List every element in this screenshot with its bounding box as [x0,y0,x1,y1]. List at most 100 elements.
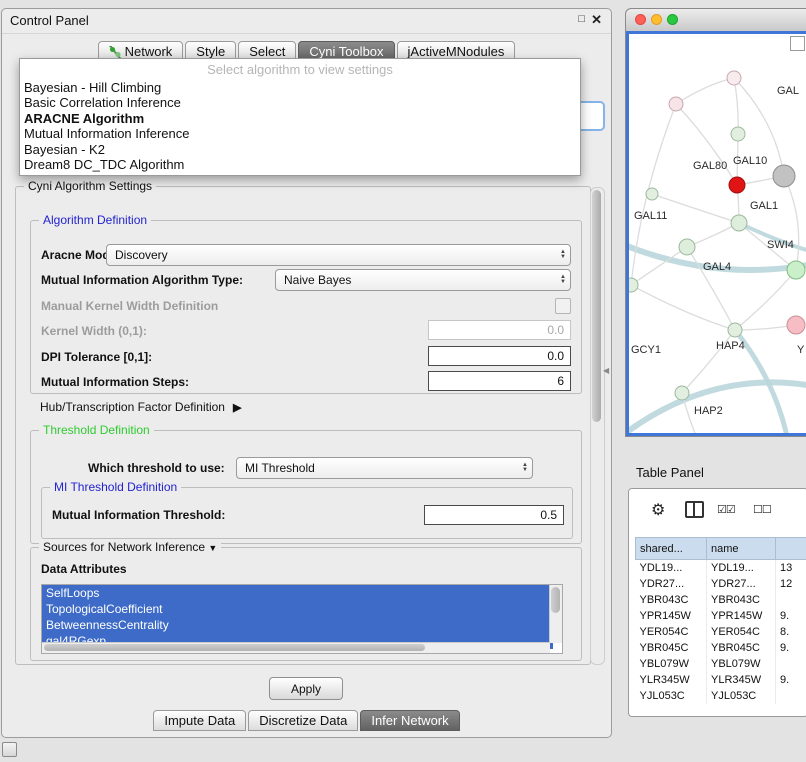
float-window-icon[interactable]: □ [578,13,585,25]
close-traffic-light-icon[interactable] [635,14,646,25]
attribute-list-vscrollbar[interactable] [549,585,562,643]
network-edge[interactable] [784,176,799,270]
tab-discretize-data[interactable]: Discretize Data [248,710,358,731]
table-header-cell[interactable] [776,538,806,560]
table-row[interactable]: YJL053CYJL053C [636,688,806,704]
mi-type-value: Naive Bayes [284,273,351,287]
network-edge[interactable] [735,270,796,330]
which-threshold-combo[interactable]: MI Threshold ▲▼ [236,457,533,479]
select-columns-icon[interactable]: ☑☑ [717,503,735,516]
settings-scrollbar[interactable] [590,187,605,665]
table-cell: 12 [776,576,806,592]
minimized-panel-icon[interactable] [2,742,17,757]
dropdown-options: Bayesian - Hill ClimbingBasic Correlatio… [20,80,580,173]
network-node[interactable] [729,177,745,193]
table-row[interactable]: YDR27...YDR27...12 [636,576,806,592]
network-node[interactable] [731,127,745,141]
table-row[interactable]: YER054CYER054C8. [636,624,806,640]
gear-icon[interactable]: ⚙ [651,500,665,520]
columns-icon[interactable] [685,501,704,518]
splitpane-collapse-icon[interactable]: ◀ [603,366,609,375]
table-row[interactable]: YBR045CYBR045C9. [636,640,806,656]
network-node[interactable] [787,316,805,334]
network-window-titlebar[interactable] [626,9,806,32]
algorithm-combo-partial[interactable] [579,101,605,131]
screenshot-root: Control Panel □ ✕ NetworkStyleSelectCyni… [0,0,806,762]
mi-type-combo[interactable]: Naive Bayes ▲▼ [275,269,571,291]
table-row[interactable]: YBL079WYBL079W [636,656,806,672]
kernel-width-field[interactable]: 0.0 [428,320,571,340]
scroll-thumb[interactable] [551,587,560,613]
table-row[interactable]: YLR345WYLR345W9. [636,672,806,688]
attribute-list-hscrollbar[interactable] [42,642,550,653]
algorithm-option[interactable]: Dream8 DC_TDC Algorithm [20,157,580,173]
network-edge[interactable] [734,78,738,134]
network-canvas[interactable]: GALGAL80GAL10GAL11GAL1SWI4GAL4GCY1HAP4HA… [626,31,806,436]
network-node[interactable] [646,188,658,200]
algorithm-option[interactable]: Basic Correlation Inference [20,95,580,111]
table-row[interactable]: YPR145WYPR145W9. [636,608,806,624]
table-body: YDL19...YDL19...13YDR27...YDR27...12YBR0… [636,560,806,705]
mi-threshold-field[interactable]: 0.5 [424,505,564,525]
manual-kernel-checkbox[interactable] [555,298,571,314]
combo-arrows-icon: ▲▼ [554,250,566,260]
network-node[interactable] [629,278,638,292]
algorithm-option[interactable]: Bayesian - K2 [20,142,580,158]
table-cell: 9. [776,640,806,656]
network-node[interactable] [727,71,741,85]
node-label: SWI4 [767,239,794,251]
network-node[interactable] [679,239,695,255]
table-cell: YLR345W [636,672,707,688]
table-row[interactable]: YBR043CYBR043C [636,592,806,608]
table-header-cell[interactable]: shared... [636,538,707,560]
algorithm-option[interactable]: Mutual Information Inference [20,126,580,142]
apply-button[interactable]: Apply [269,677,343,700]
network-node[interactable] [773,165,795,187]
attribute-list[interactable]: SelfLoopsTopologicalCoefficientBetweenne… [41,584,563,654]
node-label: GAL [777,85,799,97]
table-cell [776,592,806,608]
mi-type-label: Mutual Information Algorithm Type: [41,273,243,287]
mi-threshold-label: Mutual Information Threshold: [52,508,225,522]
scroll-thumb[interactable] [592,190,601,422]
network-icon [109,46,121,58]
mi-steps-field[interactable]: 6 [428,371,571,391]
tab-infer-network[interactable]: Infer Network [360,710,459,731]
network-edge[interactable] [687,247,735,330]
node-label: Y [797,344,805,356]
attribute-list-item[interactable]: BetweennessCentrality [42,617,553,633]
algorithm-option[interactable]: ARACNE Algorithm [20,111,580,127]
algorithm-option[interactable]: Bayesian - Hill Climbing [20,80,580,96]
scroll-thumb[interactable] [44,644,425,651]
network-node[interactable] [669,97,683,111]
network-edge[interactable] [687,223,739,247]
chevron-down-icon[interactable]: ▼ [208,543,217,553]
network-node[interactable] [731,215,747,231]
aracne-mode-combo[interactable]: Discovery ▲▼ [106,244,571,266]
network-node[interactable] [787,261,805,279]
network-edge[interactable] [676,78,734,104]
deselect-columns-icon[interactable]: ☐☐ [753,503,771,516]
close-icon[interactable]: ✕ [591,12,602,28]
hub-definition-toggle[interactable]: Hub/Transcription Factor Definition ▶ [40,400,241,414]
manual-kernel-label: Manual Kernel Width Definition [41,299,218,313]
table-cell [776,688,806,704]
tab-impute-data[interactable]: Impute Data [153,710,246,731]
attribute-list-item[interactable]: TopologicalCoefficient [42,601,553,617]
network-window: GALGAL80GAL10GAL11GAL1SWI4GAL4GCY1HAP4HA… [625,8,806,437]
table-cell: 9. [776,608,806,624]
threshold-definition-title: Threshold Definition [39,423,154,437]
minimize-traffic-light-icon[interactable] [651,14,662,25]
network-edge[interactable] [676,104,737,185]
attribute-list-item[interactable]: SelfLoops [42,585,553,601]
network-svg: GALGAL80GAL10GAL11GAL1SWI4GAL4GCY1HAP4HA… [629,34,806,434]
table-toolbar: ⚙ ☑☑ ☐☐ [629,489,806,531]
network-edge[interactable] [631,285,735,330]
network-node[interactable] [675,386,689,400]
network-node[interactable] [728,323,742,337]
table-header-cell[interactable]: name [707,538,776,560]
dpi-tolerance-field[interactable]: 0.0 [428,346,571,366]
zoom-traffic-light-icon[interactable] [667,14,678,25]
table-row[interactable]: YDL19...YDL19...13 [636,560,806,577]
node-label: GAL4 [703,261,731,273]
